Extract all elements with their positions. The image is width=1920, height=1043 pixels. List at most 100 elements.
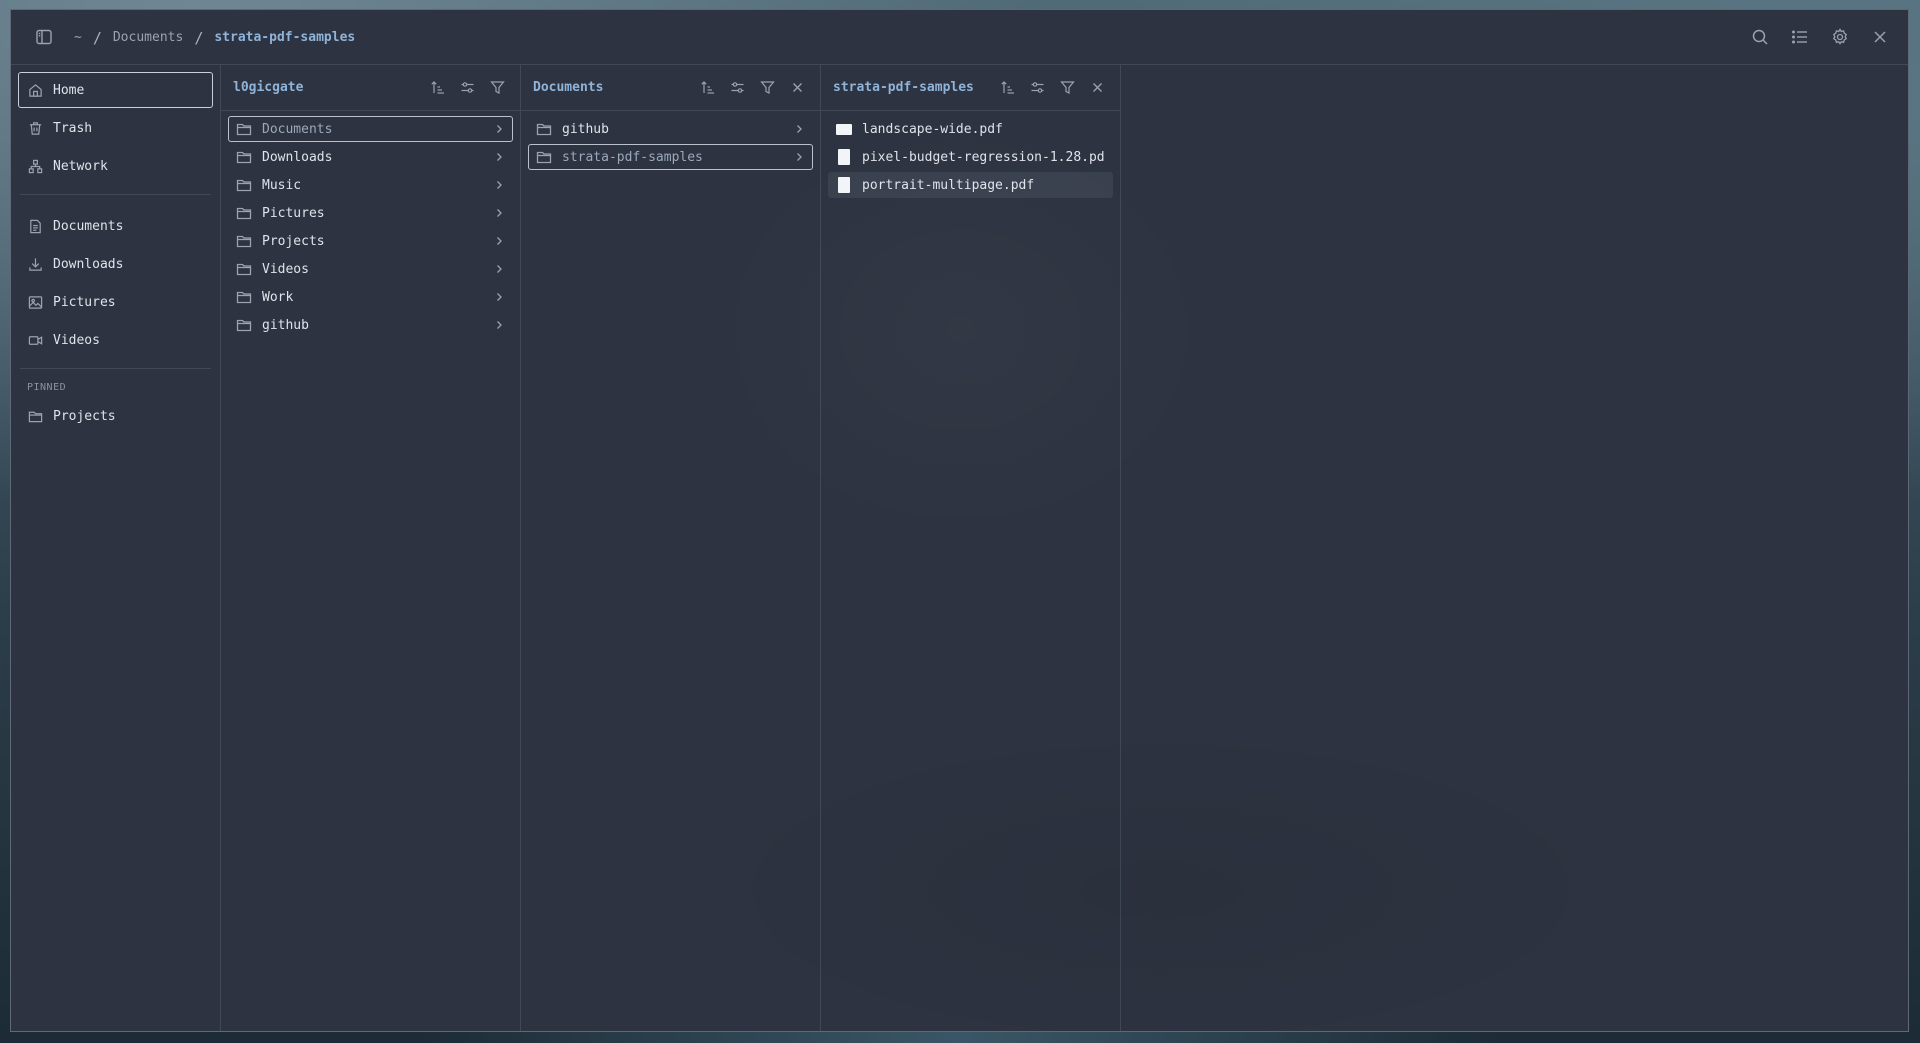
sidebar-item-videos[interactable]: Videos xyxy=(18,322,213,358)
sidebar-item-trash[interactable]: Trash xyxy=(18,110,213,146)
sidebar-item-network[interactable]: Network xyxy=(18,148,213,184)
sidebar-item-label: Home xyxy=(53,82,85,98)
gear-icon[interactable] xyxy=(1826,23,1854,51)
pdf-thumbnail-icon xyxy=(836,123,852,135)
chevron-right-icon xyxy=(797,153,802,161)
breadcrumb: ~ / Documents / strata-pdf-samples xyxy=(74,10,355,65)
list-item-folder[interactable]: Documents xyxy=(228,116,513,142)
sidebar-toggle-icon[interactable] xyxy=(30,23,58,51)
list-item-file[interactable]: portrait-multipage.pdf xyxy=(828,172,1113,198)
filter-icon[interactable] xyxy=(756,77,778,99)
chevron-right-icon xyxy=(497,209,502,217)
filter-icon[interactable] xyxy=(1056,77,1078,99)
close-icon[interactable] xyxy=(1866,23,1894,51)
breadcrumb-current[interactable]: strata-pdf-samples xyxy=(214,30,355,45)
header-bar: ~ / Documents / strata-pdf-samples xyxy=(11,10,1908,65)
folder-name: Downloads xyxy=(262,149,333,165)
list-item-file[interactable]: landscape-wide.pdf xyxy=(828,116,1113,142)
breadcrumb-documents[interactable]: Documents xyxy=(113,30,183,45)
list-item-folder[interactable]: strata-pdf-samples xyxy=(528,144,813,170)
close-column-icon[interactable] xyxy=(786,77,808,99)
chevron-right-icon xyxy=(797,125,802,133)
sidebar-item-label: Downloads xyxy=(53,256,124,272)
folder-name: Work xyxy=(262,289,294,305)
file-manager-window: ~ / Documents / strata-pdf-samples Home xyxy=(10,9,1909,1032)
folder-icon xyxy=(236,123,252,136)
column-header: Documents xyxy=(521,65,820,111)
chevron-right-icon xyxy=(497,321,502,329)
image-icon xyxy=(28,295,43,309)
list-view-icon[interactable] xyxy=(1786,23,1814,51)
column-tools xyxy=(696,77,808,99)
list-item-file[interactable]: pixel-budget-regression-1.28.pdf xyxy=(828,144,1113,170)
file-name: landscape-wide.pdf xyxy=(862,121,1003,137)
column-tools xyxy=(996,77,1108,99)
sidebar-divider xyxy=(20,194,211,195)
list-item-folder[interactable]: Work xyxy=(228,284,513,310)
sort-icon[interactable] xyxy=(426,77,448,99)
folder-name: Pictures xyxy=(262,205,325,221)
header-actions xyxy=(1746,23,1894,51)
list-item-folder[interactable]: Projects xyxy=(228,228,513,254)
column-strata-pdf-samples: strata-pdf-samples landscape-wide.pdf pi… xyxy=(821,65,1121,1031)
list-item-folder[interactable]: Music xyxy=(228,172,513,198)
sidebar-divider xyxy=(20,368,211,369)
folder-name: Videos xyxy=(262,261,309,277)
chevron-right-icon xyxy=(497,293,502,301)
folder-name: github xyxy=(262,317,309,333)
folder-list: github strata-pdf-samples xyxy=(521,111,820,177)
sidebar-item-pictures[interactable]: Pictures xyxy=(18,284,213,320)
list-item-folder[interactable]: github xyxy=(228,312,513,338)
column-title: Documents xyxy=(533,80,604,95)
sidebar-item-home[interactable]: Home xyxy=(18,72,213,108)
folder-name: github xyxy=(562,121,609,137)
list-item-folder[interactable]: Pictures xyxy=(228,200,513,226)
folder-list: Documents Downloads Music Pictures Proje xyxy=(221,111,520,345)
chevron-right-icon xyxy=(497,265,502,273)
sort-icon[interactable] xyxy=(696,77,718,99)
column-documents: Documents github strata-pdf-samples xyxy=(521,65,821,1031)
sidebar-item-projects[interactable]: Projects xyxy=(18,398,213,434)
home-icon xyxy=(29,83,42,97)
chevron-right-icon xyxy=(497,237,502,245)
breadcrumb-separator: / xyxy=(92,28,102,47)
folder-icon xyxy=(236,207,252,220)
list-item-folder[interactable]: github xyxy=(528,116,813,142)
search-icon[interactable] xyxy=(1746,23,1774,51)
folder-icon xyxy=(28,411,43,422)
folder-icon xyxy=(536,123,552,136)
column-l0gicgate: l0gicgate Documents Downloads Music Pict… xyxy=(221,65,521,1031)
sort-icon[interactable] xyxy=(996,77,1018,99)
folder-icon xyxy=(236,319,252,332)
close-column-icon[interactable] xyxy=(1086,77,1108,99)
folder-icon xyxy=(236,179,252,192)
folder-icon xyxy=(536,151,552,164)
list-item-folder[interactable]: Downloads xyxy=(228,144,513,170)
file-name: portrait-multipage.pdf xyxy=(862,177,1035,193)
list-item-folder[interactable]: Videos xyxy=(228,256,513,282)
filter-icon[interactable] xyxy=(486,77,508,99)
view-options-icon[interactable] xyxy=(726,77,748,99)
sidebar-item-label: Videos xyxy=(53,332,100,348)
column-title: strata-pdf-samples xyxy=(833,80,974,95)
column-tools xyxy=(426,77,508,99)
sidebar-item-label: Projects xyxy=(53,408,116,424)
pinned-section-title: PINNED xyxy=(27,382,67,393)
breadcrumb-home[interactable]: ~ xyxy=(74,30,82,45)
view-options-icon[interactable] xyxy=(456,77,478,99)
sidebar: Home Trash Network Documents Downloads P… xyxy=(11,65,221,1031)
view-options-icon[interactable] xyxy=(1026,77,1048,99)
file-name: pixel-budget-regression-1.28.pdf xyxy=(862,149,1105,165)
sidebar-item-downloads[interactable]: Downloads xyxy=(18,246,213,282)
file-list: landscape-wide.pdf pixel-budget-regressi… xyxy=(821,111,1120,205)
folder-icon xyxy=(236,151,252,164)
chevron-right-icon xyxy=(497,125,502,133)
sidebar-item-label: Pictures xyxy=(53,294,116,310)
sidebar-item-documents[interactable]: Documents xyxy=(18,208,213,244)
folder-name: strata-pdf-samples xyxy=(562,149,703,165)
folder-name: Projects xyxy=(262,233,325,249)
column-header: l0gicgate xyxy=(221,65,520,111)
sidebar-item-label: Documents xyxy=(53,218,124,234)
folder-name: Music xyxy=(262,177,302,193)
folder-name: Documents xyxy=(262,121,333,137)
